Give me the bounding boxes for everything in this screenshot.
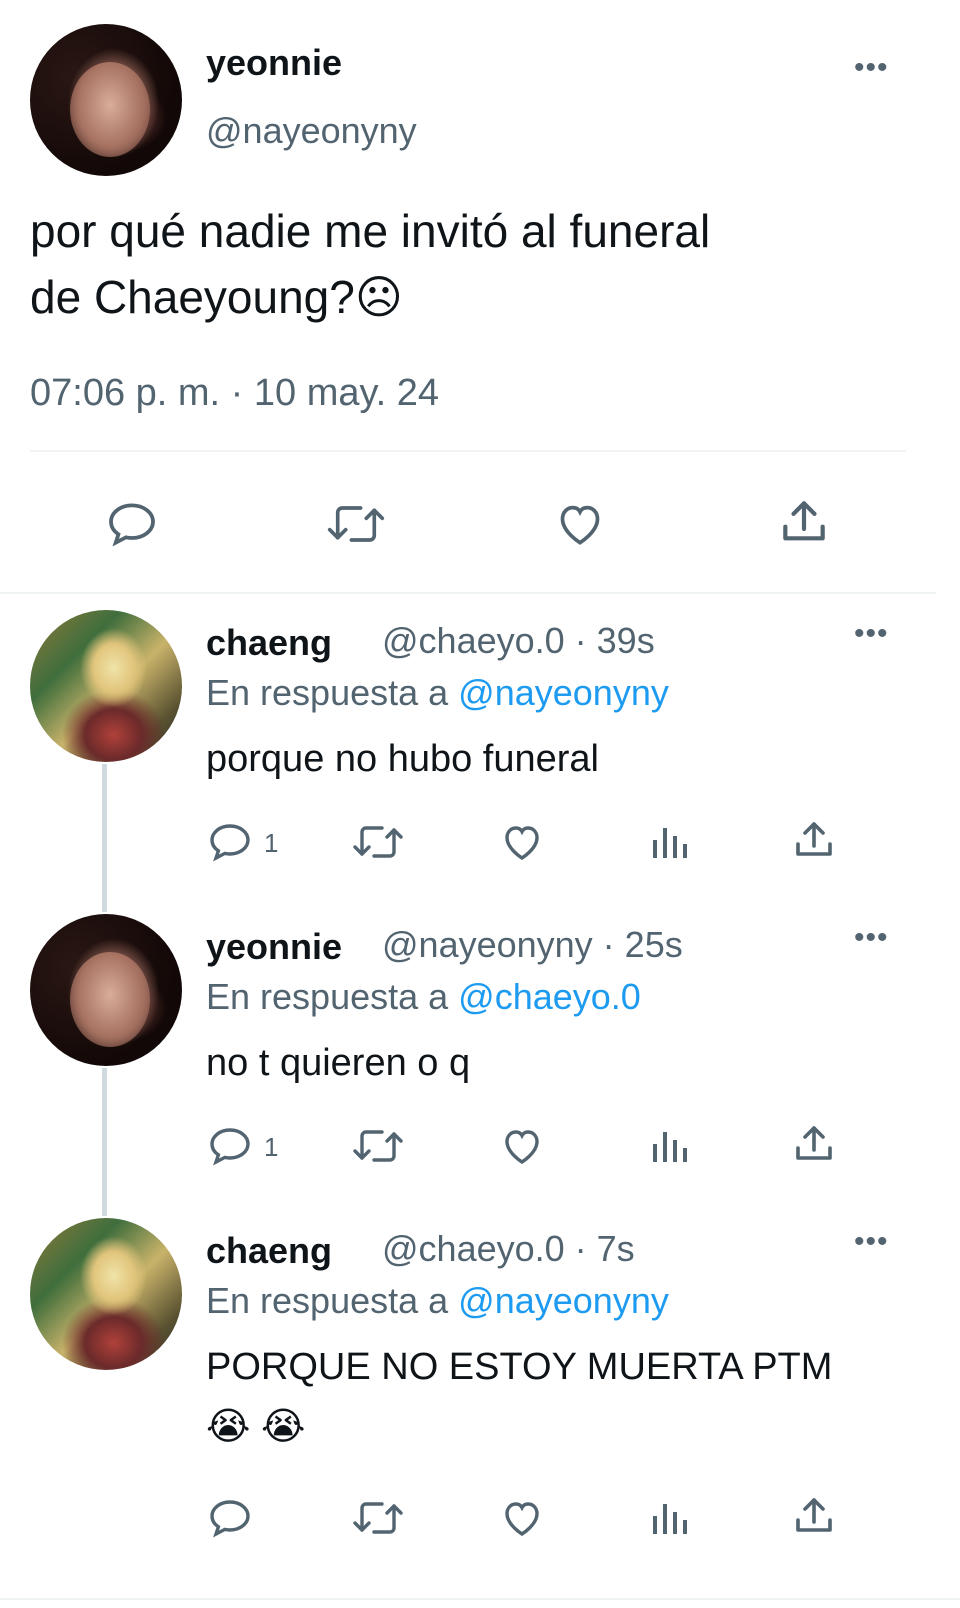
speech-bubble-icon[interactable] <box>104 496 160 552</box>
retweet-arrows-icon[interactable] <box>350 1122 406 1170</box>
bar-chart-icon[interactable] <box>646 1494 694 1542</box>
reply2-text: no t quieren o q <box>206 1042 471 1084</box>
replying-prefix: En respuesta a <box>206 1280 449 1321</box>
replying-prefix: En respuesta a <box>206 672 449 713</box>
retweet-arrows-icon[interactable] <box>350 1494 406 1542</box>
main-tweet-text-line2: de Chaeyoung?☹ <box>30 271 403 323</box>
main-divider <box>30 450 906 452</box>
reply3-display-name[interactable]: chaeng <box>206 1230 332 1272</box>
speech-bubble-icon[interactable] <box>206 1122 254 1170</box>
reply3-avatar[interactable] <box>30 1218 182 1370</box>
thread-line <box>102 1068 107 1216</box>
reply1-handle-time[interactable]: @chaeyo.0 · 39s <box>382 620 655 662</box>
more-dots-icon[interactable]: ••• <box>854 1227 889 1257</box>
bar-chart-icon[interactable] <box>646 818 694 866</box>
reply3-text: PORQUE NO ESTOY MUERTA PTM <box>206 1346 833 1388</box>
section-divider <box>0 592 936 594</box>
bar-chart-icon[interactable] <box>646 1122 694 1170</box>
reply-count: 1 <box>264 828 279 858</box>
main-display-name[interactable]: yeonnie <box>206 42 342 84</box>
thread-line <box>102 764 107 912</box>
share-upload-icon[interactable] <box>790 1492 838 1540</box>
reply3-replying-line: En respuesta a @nayeonyny <box>206 1280 669 1322</box>
share-upload-icon[interactable] <box>790 1120 838 1168</box>
reply2-handle-time[interactable]: @nayeonyny · 25s <box>382 924 683 966</box>
replying-to-link[interactable]: @nayeonyny <box>458 1280 669 1321</box>
main-tweet-text-line1: por qué nadie me invitó al funeral <box>30 205 711 257</box>
more-dots-icon[interactable]: ••• <box>854 53 889 83</box>
more-dots-icon[interactable]: ••• <box>854 619 889 649</box>
retweet-arrows-icon[interactable] <box>350 818 406 866</box>
heart-icon[interactable] <box>498 818 546 866</box>
retweet-arrows-icon[interactable] <box>324 496 388 552</box>
share-upload-icon[interactable] <box>790 816 838 864</box>
reply3-handle-time[interactable]: @chaeyo.0 · 7s <box>382 1228 635 1270</box>
share-upload-icon[interactable] <box>776 494 832 550</box>
reply2-avatar[interactable] <box>30 914 182 1066</box>
speech-bubble-icon[interactable] <box>206 818 254 866</box>
speech-bubble-icon[interactable] <box>206 1494 254 1542</box>
replying-to-link[interactable]: @chaeyo.0 <box>458 976 641 1017</box>
main-handle[interactable]: @nayeonyny <box>206 110 417 152</box>
more-dots-icon[interactable]: ••• <box>854 923 889 953</box>
bottom-divider <box>0 1598 960 1600</box>
heart-icon[interactable] <box>498 1122 546 1170</box>
reply2-replying-line: En respuesta a @chaeyo.0 <box>206 976 641 1018</box>
reply1-display-name[interactable]: chaeng <box>206 622 332 664</box>
reply-count: 1 <box>264 1132 279 1162</box>
main-avatar[interactable] <box>30 24 182 176</box>
reply1-replying-line: En respuesta a @nayeonyny <box>206 672 669 714</box>
replying-to-link[interactable]: @nayeonyny <box>458 672 669 713</box>
heart-icon[interactable] <box>498 1494 546 1542</box>
replying-prefix: En respuesta a <box>206 976 449 1017</box>
reply1-text: porque no hubo funeral <box>206 738 599 780</box>
reply1-avatar[interactable] <box>30 610 182 762</box>
crying-emoji: 😭 😭 <box>206 1406 306 1448</box>
reply2-display-name[interactable]: yeonnie <box>206 926 342 968</box>
main-timestamp[interactable]: 07:06 p. m. · 10 may. 24 <box>30 372 439 415</box>
heart-icon[interactable] <box>552 496 608 552</box>
